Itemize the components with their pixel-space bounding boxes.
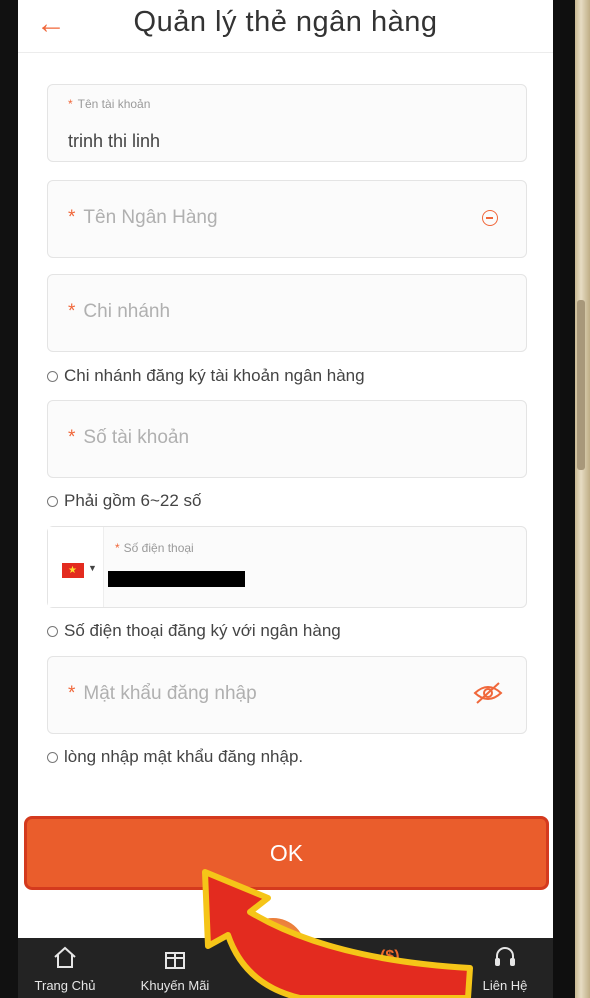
tab-contact-label: Liên Hệ: [482, 978, 528, 993]
phone-side-button: [577, 300, 585, 470]
info-icon: [47, 752, 58, 763]
branch-field[interactable]: * Chi nhánh: [47, 274, 527, 352]
account-number-placeholder: * Số tài khoản: [68, 427, 190, 448]
app-screen: ← Quản lý thẻ ngân hàng * Tên tài khoản t…: [18, 0, 553, 998]
tab-home-label: Trang Chủ: [34, 978, 96, 993]
phone-frame-right: [553, 0, 575, 998]
home-icon: [54, 946, 76, 968]
redacted-phone-number: [108, 571, 245, 587]
info-icon: [47, 626, 58, 637]
account-name-field[interactable]: * Tên tài khoản trinh thi linh: [47, 84, 527, 162]
header: ← Quản lý thẻ ngân hàng: [18, 0, 553, 53]
bank-name-select[interactable]: * Tên Ngân Hàng: [47, 180, 527, 258]
info-icon: [47, 371, 58, 382]
account-number-field[interactable]: * Số tài khoản: [47, 400, 527, 478]
phone-label: * Số điện thoại: [115, 541, 194, 555]
password-placeholder: * Mật khẩu đăng nhập: [68, 683, 257, 704]
phone-field[interactable]: ▼ *Số điện thoại: [47, 526, 527, 608]
phone-frame-left: [0, 0, 18, 998]
tab-deposit[interactable]: ($): [348, 938, 438, 998]
tab-home[interactable]: Trang Chủ: [20, 938, 110, 998]
eye-slash-icon[interactable]: [472, 679, 504, 707]
caret-down-icon: ▼: [88, 563, 97, 573]
tab-contact[interactable]: Liên Hệ: [460, 938, 550, 998]
branch-hint: Chi nhánh đăng ký tài khoản ngân hàng: [47, 366, 365, 386]
bank-name-placeholder: * Tên Ngân Hàng: [68, 207, 218, 228]
tab-promotions[interactable]: Khuyến Mãi: [130, 938, 220, 998]
info-icon: [47, 496, 58, 507]
country-code-select[interactable]: ▼: [48, 527, 104, 607]
phone-frame-edge: [575, 0, 590, 998]
tab-promotions-label: Khuyến Mãi: [140, 978, 210, 993]
password-field[interactable]: * Mật khẩu đăng nhập: [47, 656, 527, 734]
password-hint: lòng nhập mật khẩu đăng nhập.: [47, 747, 303, 767]
account-number-hint: Phải gồm 6~22 số: [47, 491, 202, 511]
gift-icon: [165, 952, 185, 969]
headset-icon: [495, 947, 515, 966]
vietnam-flag-icon: [62, 563, 84, 578]
phone-hint: Số điện thoại đăng ký với ngân hàng: [47, 621, 341, 641]
branch-placeholder: * Chi nhánh: [68, 301, 171, 322]
page-title: Quản lý thẻ ngân hàng: [133, 6, 438, 38]
money-icon: ($): [380, 948, 400, 965]
center-action-badge[interactable]: [240, 918, 306, 984]
account-name-value: trinh thi linh: [68, 131, 161, 151]
minus-circle-icon[interactable]: [482, 210, 498, 226]
account-name-label: * Tên tài khoản: [68, 97, 151, 111]
ok-button[interactable]: OK: [24, 816, 549, 890]
